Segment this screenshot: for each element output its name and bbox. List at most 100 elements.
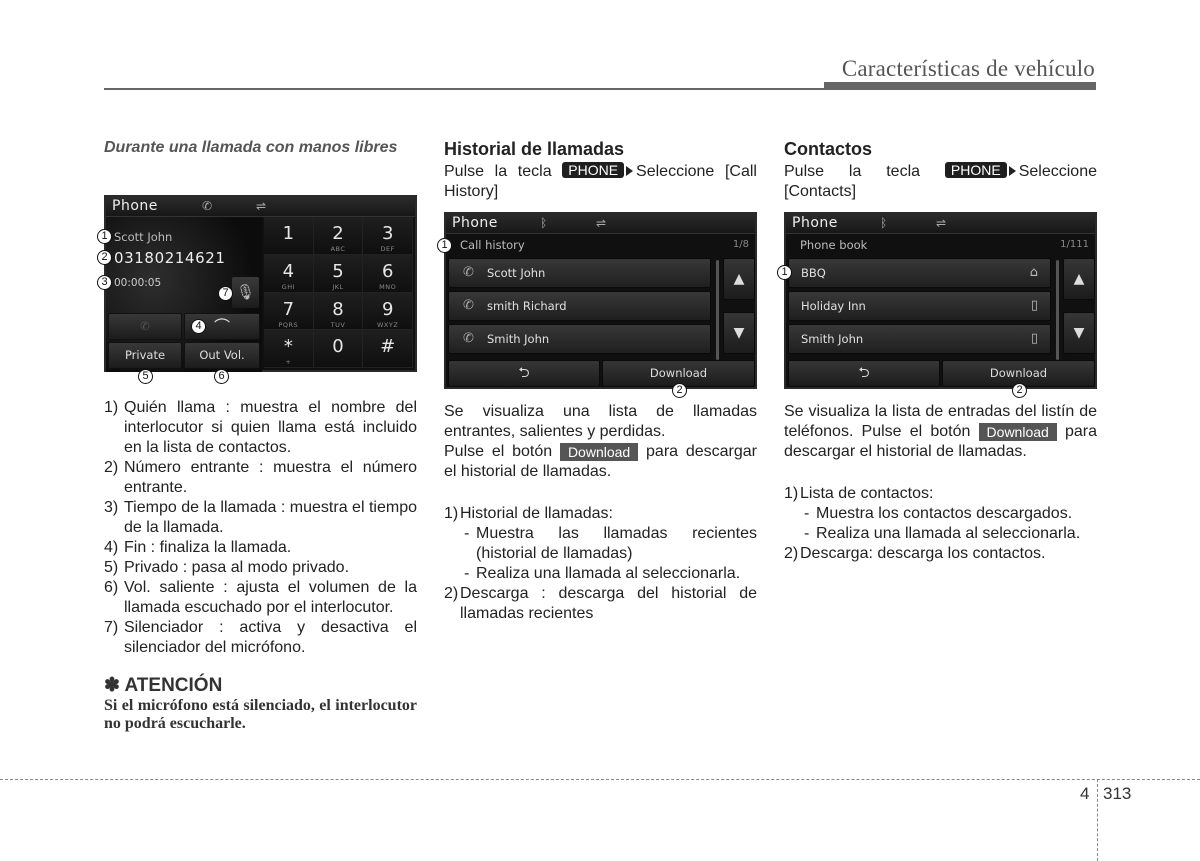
home-icon: ⌂ xyxy=(1029,265,1038,280)
keypad-key[interactable]: 3 DEF xyxy=(363,217,413,255)
item-text: Tiempo de la llamada : muestra el tiempo… xyxy=(124,499,417,536)
item-number: 7) xyxy=(104,619,119,636)
header-rule-accent xyxy=(824,82,1096,90)
key-digit: 3 xyxy=(381,223,394,244)
keypad-key[interactable]: 6 MNO xyxy=(363,254,413,293)
item-number: 2) xyxy=(104,459,119,476)
back-arrow-icon: ⮌ xyxy=(518,365,530,381)
item-text: Descarga: descarga los contactos. xyxy=(800,545,1046,562)
call-history-list: 1) Historial de llamadas: - Muestra las lla… xyxy=(444,504,757,624)
phone-book-screen: Phone ᛒ ⇌ Phone book 1/111 BBQ ⌂ Holiday… xyxy=(777,212,1097,398)
usb-icon: ⇌ xyxy=(936,216,947,230)
scroll-up-button[interactable]: ▲ xyxy=(1063,258,1095,300)
answer-phone-icon: ✆ xyxy=(140,319,150,333)
list-subheader: Call history 1/8 xyxy=(446,235,755,256)
key-letters: ABC xyxy=(330,245,346,253)
sub-item-text: Muestra las llamadas recientes (historia… xyxy=(476,525,757,562)
item-number: 5) xyxy=(104,559,119,576)
keypad-key[interactable]: 7 PQRS xyxy=(264,292,314,331)
key-digit: 2 xyxy=(332,223,344,244)
callout-3: 3 xyxy=(97,275,112,290)
sub-item-text: Muestra los contactos descargados. xyxy=(816,505,1073,522)
scroll-up-button[interactable]: ▲ xyxy=(723,258,755,300)
usb-icon: ⇌ xyxy=(596,216,607,230)
contacts-description: Se visualiza la lista de entradas del li… xyxy=(784,402,1097,564)
dash-bullet: - xyxy=(464,525,470,542)
header-rule xyxy=(104,88,826,90)
back-button[interactable]: ⮌ xyxy=(448,360,600,387)
scroll-down-button[interactable]: ▼ xyxy=(723,312,755,354)
item-number: 1) xyxy=(784,485,799,502)
microphone-mute-icon: 🎙 xyxy=(235,283,256,301)
contact-row[interactable]: BBQ ⌂ xyxy=(788,258,1051,288)
contact-row[interactable]: Smith John ▯ xyxy=(788,324,1051,354)
item-text: Vol. saliente : ajusta el volumen de la … xyxy=(124,579,417,616)
keypad-key[interactable]: 9 WXYZ xyxy=(363,292,413,331)
scrollbar[interactable] xyxy=(716,260,719,360)
row-label: Smith John xyxy=(801,332,864,346)
contacts-desc: Se visualiza la lista de entradas del li… xyxy=(784,402,1097,462)
keypad-key[interactable]: 0 xyxy=(313,330,364,368)
column-contacts: Contactos Pulse la tecla PHONE Seleccione… xyxy=(784,138,1097,202)
callout-7: 7 xyxy=(218,286,233,301)
list-item: 6) Vol. saliente : ajusta el volumen de l… xyxy=(104,578,417,618)
caller-name: Scott John xyxy=(114,230,173,244)
mute-button[interactable]: 🎙 xyxy=(232,277,259,308)
call-history-intro: Pulse la tecla PHONE Seleccione [Call His… xyxy=(444,162,757,202)
call-history-row[interactable]: ✆ Scott John xyxy=(448,258,711,288)
keypad-key[interactable]: 2 ABC xyxy=(313,217,364,255)
contact-row[interactable]: Holiday Inn ▯ xyxy=(788,291,1051,321)
footer-divider xyxy=(1097,779,1098,861)
list-item: 1) Quién llama : muestra el nombre del in… xyxy=(104,398,417,458)
row-label: Smith John xyxy=(487,332,550,346)
item-text: Historial de llamadas: xyxy=(460,505,613,522)
keypad-key[interactable]: 5 JKL xyxy=(313,254,364,293)
item-number: 2) xyxy=(784,545,799,562)
list-count: 1/8 xyxy=(732,239,749,250)
call-history-screen: Phone ᛒ ⇌ Call history 1/8 ✆ Scott John … xyxy=(437,212,757,398)
call-history-row[interactable]: ✆ Smith John xyxy=(448,324,711,354)
callout-2: 2 xyxy=(672,383,687,398)
screen-top-bar: Phone ᛒ ⇌ xyxy=(786,214,1095,234)
outgoing-call-icon: ✆ xyxy=(463,298,474,313)
end-call-icon: ⌒ xyxy=(213,317,230,336)
outgoing-call-icon: ✆ xyxy=(463,331,474,346)
list-item: 4) Fin : finaliza la llamada. xyxy=(104,538,417,558)
dial-keypad: 1 2 ABC 3 DEF 4 GHI 5 JKL 6 MNO 7 PQRS 8 TUV 9 WXYZ * +0 # xyxy=(264,217,413,368)
item-number: 1) xyxy=(104,399,119,416)
row-label: Holiday Inn xyxy=(801,299,866,313)
answer-button[interactable]: ✆ xyxy=(108,313,182,340)
list-item: 1) Lista de contactos: - Muestra los contac… xyxy=(784,484,1097,544)
key-digit: 6 xyxy=(381,260,394,282)
call-history-row[interactable]: ✆ smith Richard xyxy=(448,291,711,321)
scrollbar[interactable] xyxy=(1056,260,1059,360)
keypad-key[interactable]: 8 TUV xyxy=(313,292,364,331)
triangle-up-icon: ▲ xyxy=(733,271,745,287)
keypad-key[interactable]: # xyxy=(363,330,413,368)
scroll-down-button[interactable]: ▼ xyxy=(1063,312,1095,354)
list-subheader: Phone book 1/111 xyxy=(786,235,1095,256)
private-button[interactable]: Private xyxy=(108,342,182,369)
keypad-key[interactable]: 1 xyxy=(264,217,314,255)
contacts-heading: Contactos xyxy=(784,139,873,159)
keypad-key[interactable]: * + xyxy=(264,330,314,368)
callout-1: 1 xyxy=(97,229,112,244)
out-vol-button[interactable]: Out Vol. xyxy=(184,342,260,369)
key-digit: 7 xyxy=(282,298,295,320)
keypad-key[interactable]: 4 GHI xyxy=(264,254,314,293)
desc-text: Pulse el botón xyxy=(444,443,553,460)
attention-body: Si el micrófono está silenciado, el inte… xyxy=(104,697,417,732)
list-title: Phone book xyxy=(800,238,868,252)
screen-title: Phone xyxy=(452,215,498,231)
back-button[interactable]: ⮌ xyxy=(788,360,940,387)
column-handsfree: Durante una llamada con manos libres xyxy=(104,138,417,157)
list-item: 2) Descarga : descarga del historial de l… xyxy=(444,584,757,624)
item-text: Quién llama : muestra el nombre del inte… xyxy=(124,399,417,456)
dash-bullet: - xyxy=(804,505,810,522)
back-arrow-icon: ⮌ xyxy=(858,365,870,381)
triangle-down-icon: ▼ xyxy=(733,325,745,341)
list-item: 1) Historial de llamadas: - Muestra las lla… xyxy=(444,504,757,584)
contacts-list: 1) Lista de contactos: - Muestra los contac… xyxy=(784,484,1097,564)
download-label: Download xyxy=(559,443,639,461)
chapter-number: 4 xyxy=(1080,784,1090,803)
